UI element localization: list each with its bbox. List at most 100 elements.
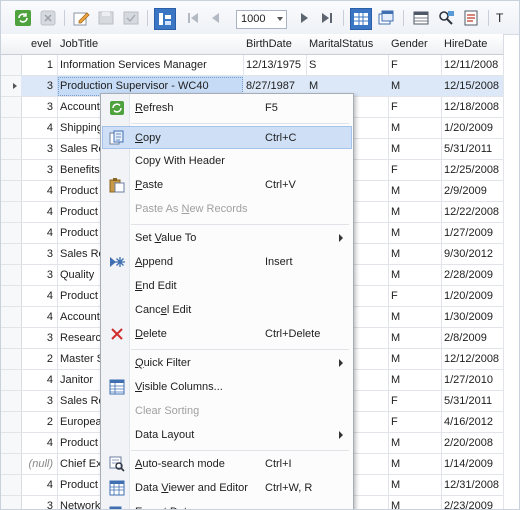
- cell-gender[interactable]: F: [388, 160, 442, 181]
- cell-gender[interactable]: F: [388, 55, 442, 76]
- row-indicator[interactable]: [1, 181, 22, 202]
- cell-hire-date[interactable]: 1/20/2009: [441, 118, 504, 139]
- cell-level[interactable]: 3: [21, 265, 58, 286]
- cell-level[interactable]: 4: [21, 118, 58, 139]
- last-icon[interactable]: [318, 9, 336, 27]
- cell-hire-date[interactable]: 2/9/2009: [441, 181, 504, 202]
- menu-item-data-layout[interactable]: Data Layout: [103, 424, 351, 446]
- row-indicator[interactable]: [1, 454, 22, 475]
- row-indicator[interactable]: [1, 139, 22, 160]
- cancel-icon[interactable]: [39, 9, 57, 27]
- cell-gender[interactable]: M: [388, 349, 442, 370]
- row-indicator[interactable]: [1, 286, 22, 307]
- row-indicator[interactable]: [1, 307, 22, 328]
- cell-level[interactable]: 3: [21, 328, 58, 349]
- cell-gender[interactable]: M: [388, 118, 442, 139]
- row-indicator[interactable]: [1, 160, 22, 181]
- menu-item-end-edit[interactable]: End Edit: [103, 275, 351, 297]
- row-indicator[interactable]: [1, 412, 22, 433]
- cell-gender[interactable]: M: [388, 328, 442, 349]
- cell-hire-date[interactable]: 2/8/2009: [441, 328, 504, 349]
- cell-gender[interactable]: M: [388, 496, 442, 509]
- cell-gender[interactable]: F: [388, 286, 442, 307]
- cell-hire-date[interactable]: 4/16/2012: [441, 412, 504, 433]
- cell-gender[interactable]: M: [388, 307, 442, 328]
- cell-gender[interactable]: M: [388, 202, 442, 223]
- column-header-gender[interactable]: Gender: [388, 34, 442, 55]
- apply-icon[interactable]: [122, 9, 140, 27]
- cell-hire-date[interactable]: 2/23/2009: [441, 496, 504, 509]
- cell-level[interactable]: 4: [21, 307, 58, 328]
- cell-hire-date[interactable]: 12/15/2008: [441, 76, 504, 97]
- row-indicator[interactable]: [1, 370, 22, 391]
- menu-item-quick-filter[interactable]: Quick Filter: [103, 352, 351, 374]
- cell-gender[interactable]: M: [388, 139, 442, 160]
- cell-hire-date[interactable]: 12/18/2008: [441, 97, 504, 118]
- menu-item-delete[interactable]: Delete Ctrl+Delete: [103, 323, 351, 345]
- row-indicator[interactable]: [1, 475, 22, 496]
- cell-level[interactable]: 4: [21, 181, 58, 202]
- menu-item-export-data[interactable]: Export Data...: [103, 501, 351, 509]
- cell-hire-date[interactable]: 1/20/2009: [441, 286, 504, 307]
- save-icon[interactable]: [97, 9, 115, 27]
- cell-gender[interactable]: M: [388, 244, 442, 265]
- cell-gender[interactable]: M: [388, 433, 442, 454]
- cell-level[interactable]: 4: [21, 433, 58, 454]
- cell-level[interactable]: 1: [21, 55, 58, 76]
- column-header-marital-status[interactable]: MaritalStatus: [306, 34, 389, 55]
- cell-gender[interactable]: F: [388, 412, 442, 433]
- row-indicator[interactable]: [1, 328, 22, 349]
- columns-icon[interactable]: [412, 9, 430, 27]
- cell-hire-date[interactable]: 12/22/2008: [441, 202, 504, 223]
- cell-level[interactable]: (null): [21, 454, 58, 475]
- cell-hire-date[interactable]: 12/31/2008: [441, 475, 504, 496]
- filter-active-icon[interactable]: [154, 8, 176, 30]
- menu-item-refresh[interactable]: Refresh F5: [103, 97, 351, 119]
- cell-gender[interactable]: M: [388, 475, 442, 496]
- cell-job-title[interactable]: Information Services Manager: [57, 55, 244, 76]
- cell-gender[interactable]: M: [388, 265, 442, 286]
- cell-hire-date[interactable]: 12/12/2008: [441, 349, 504, 370]
- column-header-job-title[interactable]: JobTitle: [57, 34, 244, 55]
- cell-level[interactable]: 2: [21, 412, 58, 433]
- cell-hire-date[interactable]: 1/27/2009: [441, 223, 504, 244]
- cell-level[interactable]: 3: [21, 76, 58, 97]
- grid-view-icon[interactable]: [350, 8, 372, 30]
- cell-level[interactable]: 3: [21, 139, 58, 160]
- cell-gender[interactable]: M: [388, 223, 442, 244]
- menu-item-paste[interactable]: Paste Ctrl+V: [103, 174, 351, 196]
- cell-level[interactable]: 3: [21, 97, 58, 118]
- edit-icon[interactable]: [72, 9, 90, 27]
- row-indicator[interactable]: [1, 349, 22, 370]
- cell-hire-date[interactable]: 1/14/2009: [441, 454, 504, 475]
- cell-hire-date[interactable]: 2/28/2009: [441, 265, 504, 286]
- row-indicator[interactable]: [1, 223, 22, 244]
- cell-gender[interactable]: M: [388, 454, 442, 475]
- cell-gender[interactable]: F: [388, 97, 442, 118]
- cell-hire-date[interactable]: 9/30/2012: [441, 244, 504, 265]
- cell-gender[interactable]: M: [388, 370, 442, 391]
- first-icon[interactable]: [184, 9, 202, 27]
- menu-item-copy-with-header[interactable]: Copy With Header: [103, 150, 351, 172]
- cell-birth-date[interactable]: 12/13/1975: [243, 55, 307, 76]
- row-indicator[interactable]: [1, 202, 22, 223]
- menu-item-visible-columns[interactable]: Visible Columns...: [103, 376, 351, 398]
- next-icon[interactable]: [295, 9, 313, 27]
- cell-gender[interactable]: M: [388, 76, 442, 97]
- cell-hire-date[interactable]: 5/31/2011: [441, 139, 504, 160]
- table-row[interactable]: 1 Information Services Manager 12/13/1975 S…: [1, 55, 519, 76]
- cell-gender[interactable]: M: [388, 181, 442, 202]
- row-indicator[interactable]: [1, 55, 22, 76]
- menu-item-set-value-to[interactable]: Set Value To: [103, 227, 351, 249]
- cell-level[interactable]: 4: [21, 475, 58, 496]
- prev-icon[interactable]: [207, 9, 225, 27]
- cell-level[interactable]: 2: [21, 349, 58, 370]
- refresh-icon[interactable]: [14, 9, 32, 27]
- cell-level[interactable]: 3: [21, 244, 58, 265]
- row-indicator[interactable]: [1, 118, 22, 139]
- form-view-icon[interactable]: [377, 9, 395, 27]
- row-indicator[interactable]: [1, 391, 22, 412]
- cell-level[interactable]: 3: [21, 391, 58, 412]
- row-indicator[interactable]: [1, 265, 22, 286]
- cell-hire-date[interactable]: 5/31/2011: [441, 391, 504, 412]
